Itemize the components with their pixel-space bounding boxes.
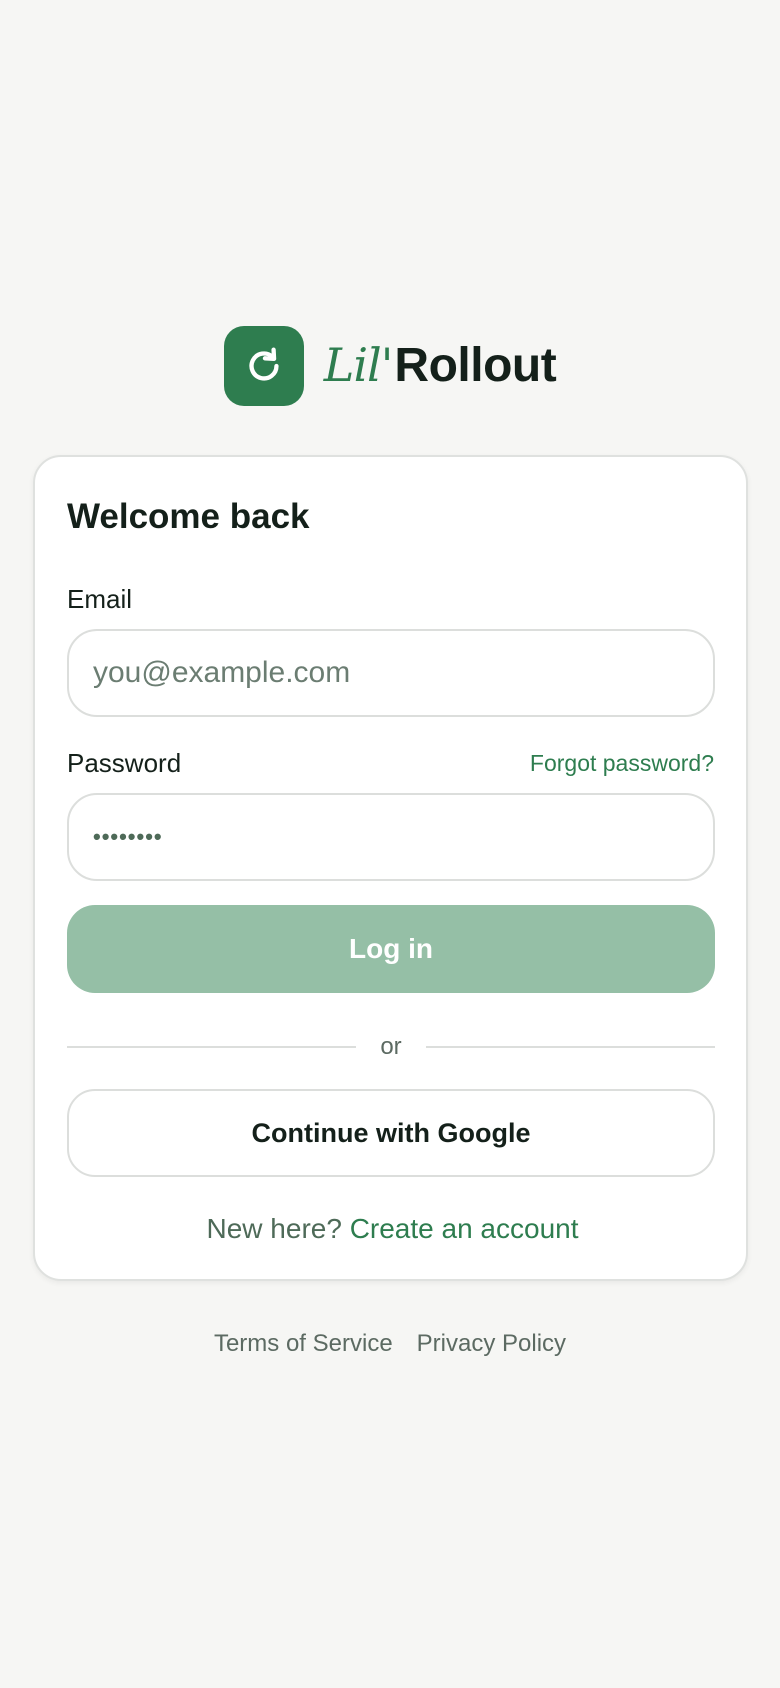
divider-text: or — [380, 1033, 402, 1060]
password-field[interactable] — [67, 793, 715, 881]
signup-prompt-row: New here? Create an account — [35, 1213, 750, 1245]
app-logo — [223, 326, 304, 406]
password-label: Password — [67, 748, 182, 778]
email-field[interactable] — [67, 629, 715, 717]
footer-links: Terms of Service Privacy Policy — [0, 1330, 780, 1358]
page-title: Welcome back — [67, 497, 310, 536]
signup-prompt: New here? — [206, 1213, 350, 1244]
login-card: Welcome back Email Password Forgot passw… — [33, 455, 748, 1281]
login-button[interactable]: Log in — [67, 905, 715, 993]
create-account-link[interactable]: Create an account — [350, 1213, 579, 1244]
forgot-password-link[interactable]: Forgot password? — [530, 750, 714, 777]
terms-link[interactable]: Terms of Service — [214, 1330, 393, 1358]
google-signin-button[interactable]: Continue with Google — [67, 1089, 715, 1177]
app-name: Lil' Rollout — [323, 338, 557, 392]
app-name-prefix: Lil' — [323, 338, 394, 392]
or-divider: or — [67, 1032, 715, 1062]
brand-header: Lil' Rollout — [0, 325, 780, 407]
divider-line-right — [425, 1046, 715, 1048]
divider-line-left — [67, 1046, 357, 1048]
app-name-main: Rollout — [394, 339, 557, 392]
refresh-icon — [249, 347, 279, 381]
privacy-link[interactable]: Privacy Policy — [417, 1330, 566, 1358]
email-label: Email — [67, 584, 133, 614]
